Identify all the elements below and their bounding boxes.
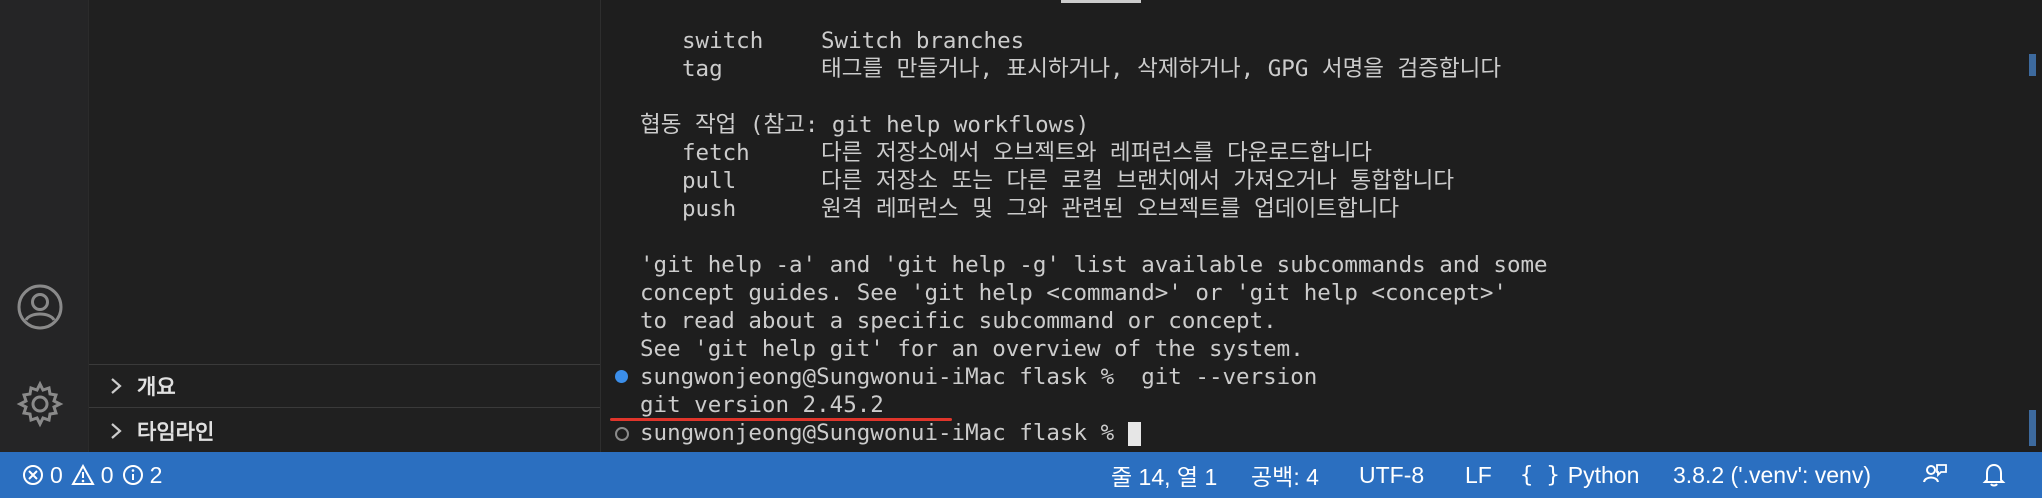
terminal-cursor [1127, 421, 1141, 446]
activity-bar [0, 0, 89, 452]
problems-indicator[interactable]: 0 0 2 [22, 452, 162, 498]
sidebar-section-outline[interactable]: 개요 [89, 364, 600, 407]
terminal-current-prompt[interactable]: sungwonjeong@Sungwonui-iMac flask % [640, 419, 1141, 447]
eol-setting[interactable]: LF [1465, 452, 1492, 498]
indentation-setting[interactable]: 공백: 4 [1251, 452, 1319, 498]
warning-icon [71, 464, 95, 485]
feedback-icon[interactable] [1922, 452, 1948, 498]
sidebar: 개요 타임라인 [89, 0, 601, 452]
encoding-setting[interactable]: UTF-8 [1359, 452, 1424, 498]
info-icon [122, 465, 143, 485]
terminal-line: to read about a specific subcommand or c… [640, 308, 1277, 334]
gear-icon[interactable] [14, 378, 66, 430]
terminal-output-line: git version 2.45.2 [640, 392, 884, 418]
sidebar-section-label: 개요 [137, 375, 176, 399]
braces-icon: { } [1520, 462, 1560, 488]
status-bar: 0 0 2 줄 14, 열 1 공백: 4 UTF-8 LF { } Pytho… [0, 452, 2042, 498]
language-mode[interactable]: { } Python [1520, 452, 1639, 498]
terminal-line: 협동 작업 (참고: git help workflows) [640, 112, 1090, 138]
scrollbar-marker [2029, 54, 2036, 76]
command-pending-dot[interactable] [615, 427, 629, 441]
error-icon [23, 465, 43, 485]
chevron-right-icon [103, 421, 129, 441]
terminal-command-line: sungwonjeong@Sungwonui-iMac flask % git … [640, 364, 1318, 390]
sidebar-section-timeline[interactable]: 타임라인 [89, 407, 600, 453]
info-count: 2 [149, 461, 163, 488]
warning-count: 0 [100, 461, 114, 488]
python-interpreter[interactable]: 3.8.2 ('.venv': venv) [1673, 452, 1871, 498]
terminal-line: 'git help -a' and 'git help -g' list ava… [640, 252, 1548, 278]
account-icon[interactable] [14, 281, 66, 333]
terminal-line: See 'git help git' for an overview of th… [640, 336, 1304, 362]
chevron-right-icon [103, 376, 129, 396]
command-success-dot[interactable] [615, 370, 628, 383]
active-tab-indicator [1061, 0, 1141, 3]
sidebar-section-label: 타임라인 [137, 419, 215, 444]
scrollbar-marker [2029, 410, 2036, 446]
bell-icon[interactable] [1982, 452, 2006, 498]
error-count: 0 [50, 461, 63, 488]
cursor-position[interactable]: 줄 14, 열 1 [1111, 452, 1217, 498]
terminal-line: concept guides. See 'git help <command>'… [640, 280, 1507, 306]
